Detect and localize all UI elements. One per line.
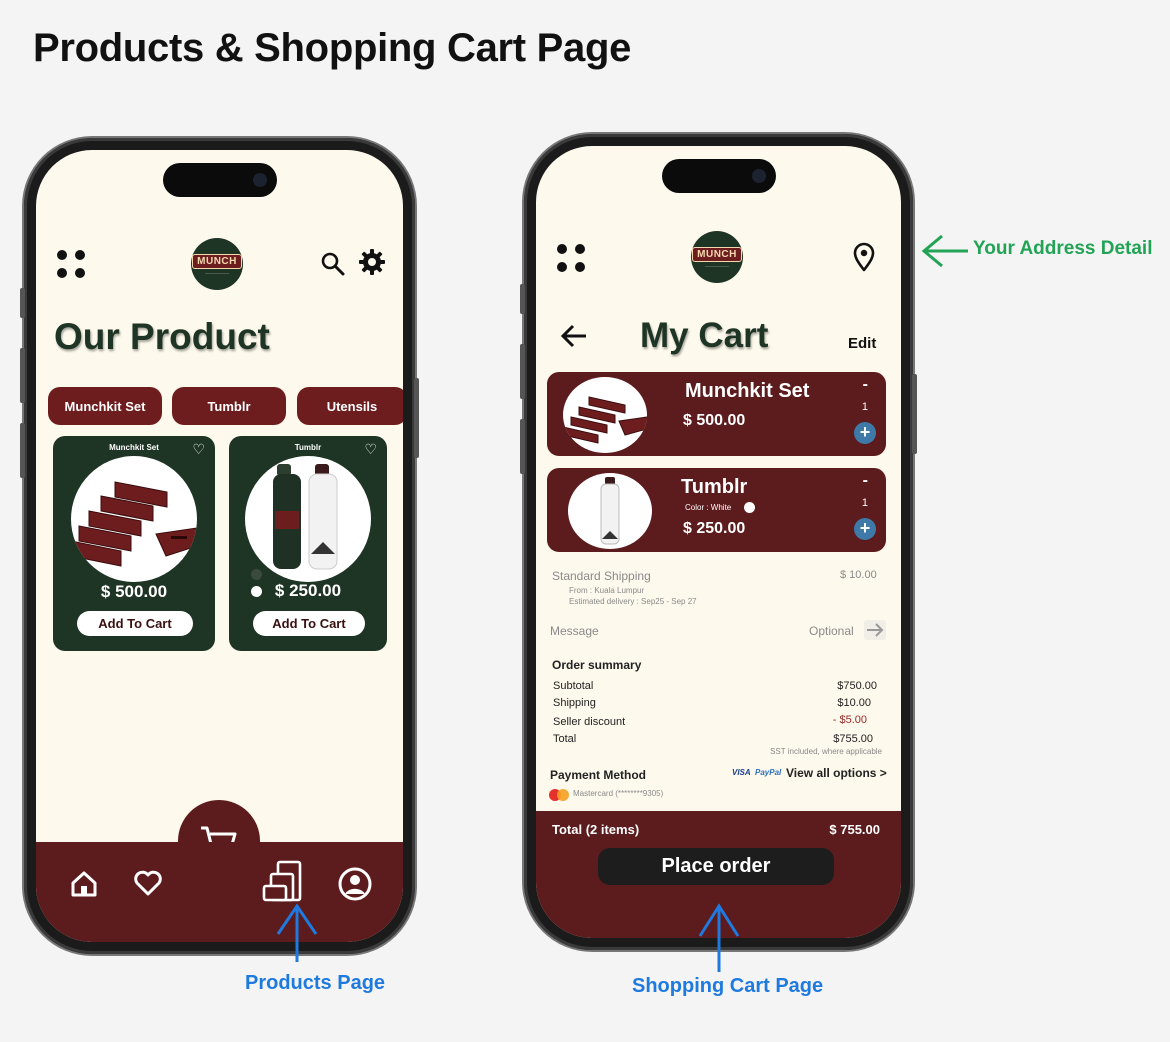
dynamic-island: [661, 159, 776, 193]
cart-item-qty: 1: [861, 497, 868, 509]
paypal-logo: PayPal: [755, 768, 782, 777]
shipping-row-label: Shipping: [553, 697, 596, 709]
cart-item-image: [568, 473, 652, 549]
cart-item-name: Tumblr: [681, 476, 748, 498]
cart-item: Munchkit Set $ 500.00 - 1 +: [547, 372, 886, 456]
products-icon[interactable]: [262, 860, 304, 902]
profile-icon[interactable]: [337, 866, 373, 902]
increase-qty-button[interactable]: +: [854, 518, 876, 540]
tab-tumblr[interactable]: Tumblr: [172, 387, 286, 425]
address-annotation: Your Address Detail: [973, 238, 1153, 259]
edit-button[interactable]: Edit: [848, 335, 876, 352]
view-all-options-link[interactable]: View all options >: [786, 766, 887, 780]
add-to-cart-button[interactable]: Add To Cart: [77, 611, 193, 636]
cart-item-qty: 1: [861, 401, 868, 413]
tab-munchkit-set[interactable]: Munchkit Set: [48, 387, 162, 425]
my-cart-heading: My Cart: [640, 316, 769, 355]
product-image: [245, 456, 371, 582]
cart-page-annotation: Shopping Cart Page: [632, 975, 824, 997]
color-swatch-dark[interactable]: [251, 569, 262, 580]
payment-method-label: Payment Method: [550, 768, 647, 782]
product-price: $ 250.00: [274, 581, 342, 600]
message-input[interactable]: Optional: [809, 624, 854, 638]
back-arrow-icon[interactable]: [560, 323, 588, 349]
product-card-munchkit[interactable]: Munchkit Set ♡ $ 500.00 Add To Cart: [53, 436, 215, 651]
tax-note: SST included, where applicable: [770, 747, 882, 756]
subtotal-value: $750.00: [837, 680, 877, 692]
grid-dots-icon[interactable]: [557, 244, 585, 272]
arrow-up-icon: [698, 903, 740, 972]
cart-screen: MUNCH ———————— My Cart Edit Munchkit Set…: [536, 146, 901, 938]
total-value: $755.00: [833, 733, 873, 745]
add-to-cart-button[interactable]: Add To Cart: [253, 611, 365, 636]
home-icon[interactable]: [69, 869, 99, 899]
discount-label: Seller discount: [553, 716, 626, 728]
color-swatch-white: [744, 502, 755, 513]
visa-logo: VISA: [732, 768, 751, 777]
decrease-qty-button[interactable]: -: [863, 472, 868, 490]
bottom-nav: [36, 842, 403, 942]
products-page-annotation: Products Page: [245, 972, 386, 994]
page-title: Products & Shopping Cart Page: [33, 26, 632, 70]
location-pin-icon[interactable]: [852, 242, 876, 272]
cart-phone-frame: MUNCH ———————— My Cart Edit Munchkit Set…: [520, 134, 917, 950]
products-screen: MUNCH ———————— Our Product Munchkit Set …: [36, 150, 403, 942]
total-amount: $ 755.00: [829, 822, 880, 837]
subtotal-label: Subtotal: [553, 680, 594, 692]
place-order-button[interactable]: Place order: [598, 848, 834, 885]
decrease-qty-button[interactable]: -: [863, 376, 868, 394]
tab-utensils[interactable]: Utensils: [297, 387, 403, 425]
arrow-up-icon: [276, 903, 318, 962]
product-name: Munchkit Set: [109, 443, 159, 452]
our-product-heading: Our Product: [54, 316, 270, 357]
discount-value: - $5.00: [832, 714, 867, 726]
cart-item: Tumblr Color : White $ 250.00 - 1 +: [547, 468, 886, 552]
order-summary-title: Order summary: [552, 658, 642, 672]
grid-dots-icon[interactable]: [57, 250, 85, 278]
arrow-right-icon[interactable]: [864, 620, 886, 640]
search-icon[interactable]: [320, 251, 346, 277]
product-price: $ 500.00: [100, 582, 168, 601]
total-items-label: Total (2 items): [552, 822, 640, 837]
gear-icon[interactable]: [358, 248, 386, 276]
heart-icon[interactable]: ♡: [364, 441, 377, 458]
dynamic-island: [162, 163, 277, 197]
brand-logo: MUNCH ————————: [691, 231, 743, 283]
shipping-label: Standard Shipping: [552, 569, 651, 583]
product-card-tumblr[interactable]: Tumblr ♡ $ 250.00 Add To Cart: [229, 436, 387, 651]
shipping-price: $ 10.00: [840, 569, 877, 581]
increase-qty-button[interactable]: +: [854, 422, 876, 444]
product-name: Tumblr: [294, 443, 322, 452]
heart-icon[interactable]: [133, 869, 163, 897]
heart-icon[interactable]: ♡: [192, 441, 205, 458]
cart-item-name: Munchkit Set: [685, 380, 810, 402]
mastercard-icon: [549, 789, 569, 801]
brand-logo: MUNCH ————————: [191, 238, 243, 290]
cart-item-price: $ 250.00: [683, 520, 746, 537]
total-label: Total: [553, 733, 577, 745]
shipping-row-value: $10.00: [837, 697, 871, 709]
product-image: [71, 456, 197, 582]
shipping-from: From : Kuala Lumpur: [569, 586, 645, 595]
shipping-estimate: Estimated delivery : Sep25 - Sep 27: [569, 597, 697, 606]
cart-item-price: $ 500.00: [683, 412, 746, 429]
cart-item-image: [563, 377, 647, 453]
payment-card[interactable]: Mastercard (********9305): [573, 789, 663, 798]
cart-item-color: Color : White: [685, 503, 732, 512]
arrow-left-icon: [921, 234, 968, 268]
products-phone-frame: MUNCH ———————— Our Product Munchkit Set …: [20, 138, 419, 954]
message-label: Message: [550, 624, 599, 638]
